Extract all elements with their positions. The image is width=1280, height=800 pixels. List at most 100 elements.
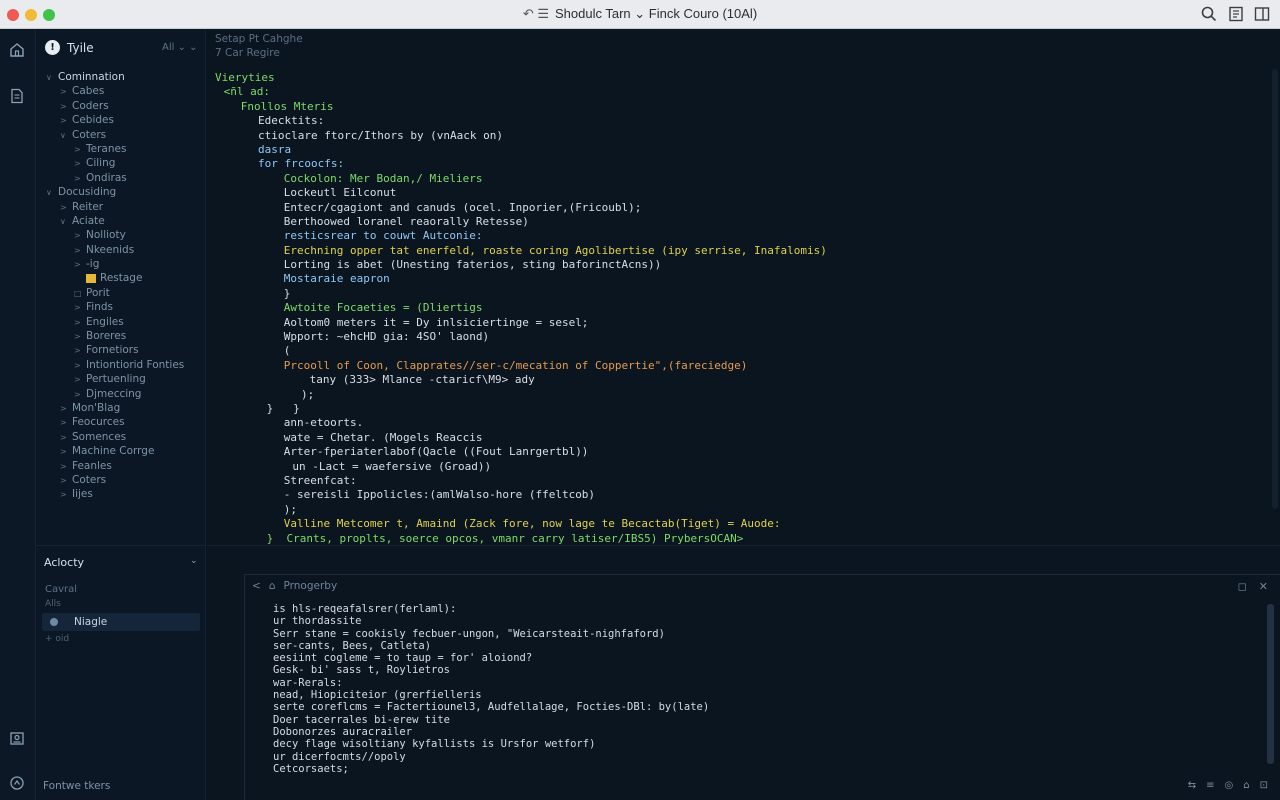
chevron-right-icon[interactable]: > <box>60 85 72 99</box>
chevron-right-icon[interactable]: > <box>60 488 72 502</box>
tree-item[interactable]: > Cabes <box>36 84 206 98</box>
chevron-right-icon[interactable]: > <box>74 344 86 358</box>
chevron-right-icon[interactable]: > <box>60 445 72 459</box>
chevron-right-icon[interactable]: > <box>74 373 86 387</box>
tree-item[interactable]: > Nkeenids <box>36 243 206 257</box>
tree-item[interactable]: > Iijes <box>36 487 206 501</box>
tree-item[interactable]: > Fornetiors <box>36 343 206 357</box>
tree-item[interactable]: > Coders <box>36 99 206 113</box>
maximize-icon[interactable]: ◻ <box>1238 580 1247 593</box>
tree-item[interactable]: > Nollioty <box>36 228 206 242</box>
terminal-scrollbar[interactable] <box>1267 604 1274 764</box>
status-bar-icon[interactable]: ◎ <box>1225 780 1234 791</box>
terminal-output[interactable]: is hls-reqeafalsrer(ferlaml): ur thordass… <box>273 603 709 775</box>
chevron-right-icon[interactable]: > <box>60 402 72 416</box>
tree-item[interactable]: > Machine Corrge <box>36 444 206 458</box>
tree-item[interactable]: ∨ Cominnation <box>36 70 206 84</box>
chevron-right-icon[interactable]: > <box>74 359 86 373</box>
chevron-right-icon[interactable]: > <box>74 143 86 157</box>
chevron-right-icon[interactable]: > <box>60 416 72 430</box>
chevron-right-icon[interactable]: > <box>74 258 86 272</box>
breadcrumb-item[interactable]: 7 Car Regire <box>215 46 303 60</box>
chevron-right-icon[interactable]: > <box>60 100 72 114</box>
tree-item[interactable]: □ Porit <box>36 286 206 300</box>
chevron-right-icon[interactable]: > <box>74 301 86 315</box>
chevron-down-icon[interactable]: ∨ <box>60 215 72 229</box>
code-editor[interactable]: Setap Pt Cahghe 7 Car Regire Vieryties <ñ… <box>207 29 1280 545</box>
close-icon[interactable]: ✕ <box>1259 580 1268 593</box>
activity-bar <box>0 29 36 800</box>
chevron-right-icon[interactable]: > <box>60 114 72 128</box>
chevron-right-icon[interactable]: > <box>74 244 86 258</box>
status-bar-icon[interactable]: ≡ <box>1206 780 1214 791</box>
status-bar-icon[interactable]: ⌂ <box>1243 780 1249 791</box>
chevron-down-icon[interactable]: ∨ <box>46 71 58 85</box>
tree-item[interactable]: ∨ Coters <box>36 128 206 142</box>
tree-item[interactable]: > Ciling <box>36 156 206 170</box>
tree-item[interactable]: > Coters <box>36 473 206 487</box>
tree-item-label: Cebides <box>72 114 114 127</box>
tree-item[interactable]: > Intiontiorid Fonties <box>36 358 206 372</box>
chevron-right-icon[interactable]: > <box>60 460 72 474</box>
breadcrumb-item[interactable]: Setap Pt Cahghe <box>215 32 303 46</box>
back-icon[interactable]: < <box>252 580 261 592</box>
file-tree: ∨ Cominnation > Cabes > Coders > Cebides ∨ Coters… <box>36 70 206 502</box>
add-item-link[interactable]: + oid <box>45 634 69 644</box>
editor-scrollbar[interactable] <box>1272 69 1278 509</box>
chevron-right-icon[interactable]: > <box>60 474 72 488</box>
code-line: Aoltom0 meters it = Dy inlsiciertinge = … <box>283 315 589 329</box>
chevron-right-icon[interactable]: > <box>74 172 86 186</box>
tree-item[interactable]: > Finds <box>36 300 206 314</box>
tree-item-label: Coters <box>72 128 107 141</box>
chevron-right-icon[interactable]: > <box>74 316 86 330</box>
tree-item[interactable]: > Pertuenling <box>36 372 206 386</box>
panel-list-item[interactable]: Niagle <box>42 613 200 631</box>
title-glyph: ↶ ☰ <box>522 6 550 21</box>
status-bar-icon[interactable]: ⇆ <box>1188 780 1196 791</box>
chevron-right-icon[interactable]: > <box>74 388 86 402</box>
tree-item-label: Coders <box>72 99 109 112</box>
tree-item[interactable]: > Ondiras <box>36 171 206 185</box>
account-icon[interactable] <box>8 729 26 747</box>
search-icon[interactable] <box>1200 5 1218 23</box>
code-line: - sereisli Ippolicles:(amlWalso-hore (ff… <box>283 488 596 502</box>
tree-item[interactable]: > Feocurces <box>36 415 206 429</box>
tree-item[interactable]: Restage <box>36 271 206 285</box>
tree-item[interactable]: > Reiter <box>36 200 206 214</box>
terminal-line: Cetcorsaets; <box>273 762 349 775</box>
book-icon[interactable] <box>1227 5 1245 23</box>
tree-item[interactable]: > Cebides <box>36 113 206 127</box>
tree-item[interactable]: ∨ Aciate <box>36 214 206 228</box>
chevron-down-icon[interactable]: ⌄ <box>190 556 198 566</box>
tree-item[interactable]: > Feanles <box>36 459 206 473</box>
chevron-right-icon[interactable]: > <box>74 330 86 344</box>
settings-icon[interactable] <box>8 774 26 792</box>
panel-icon[interactable] <box>1253 5 1271 23</box>
tree-item-label: Reiter <box>72 200 104 213</box>
chevron-down-icon[interactable]: ∨ <box>46 186 58 200</box>
tree-item[interactable]: > Mon'Blag <box>36 401 206 415</box>
tree-item[interactable]: > Djmeccing <box>36 387 206 401</box>
sidebar-header: ! Tyile All ⌄ ⌄ <box>36 37 206 61</box>
chevron-right-icon[interactable]: > <box>74 157 86 171</box>
code-content[interactable]: Vieryties <ñl ad: Fnollos Mteris Edecktits:… <box>215 71 827 546</box>
tree-item[interactable]: ∨ Docusiding <box>36 185 206 199</box>
tree-item[interactable]: > Teranes <box>36 142 206 156</box>
chevron-right-icon[interactable]: □ <box>74 287 86 301</box>
filter-dropdown[interactable]: All ⌄ ⌄ <box>162 42 198 53</box>
tree-item[interactable]: > Boreres <box>36 329 206 343</box>
chevron-right-icon[interactable]: > <box>60 431 72 445</box>
status-bar-icon[interactable]: ⊡ <box>1260 780 1268 791</box>
chevron-right-icon[interactable]: > <box>74 229 86 243</box>
document-icon[interactable] <box>8 87 26 105</box>
tree-item[interactable]: > Engiles <box>36 315 206 329</box>
home-icon[interactable]: ⌂ <box>269 580 276 592</box>
code-line: Entecr/cgagiont and canuds (ocel. Inpori… <box>283 200 642 214</box>
code-line: Fnollos Mteris <box>240 99 334 113</box>
terminal-line: Gesk- bi' sass t, Roylietros <box>273 664 451 677</box>
home-icon[interactable] <box>8 41 26 59</box>
tree-item[interactable]: > Somences <box>36 430 206 444</box>
chevron-down-icon[interactable]: ∨ <box>60 129 72 143</box>
chevron-right-icon[interactable]: > <box>60 201 72 215</box>
tree-item[interactable]: > -ig <box>36 257 206 271</box>
